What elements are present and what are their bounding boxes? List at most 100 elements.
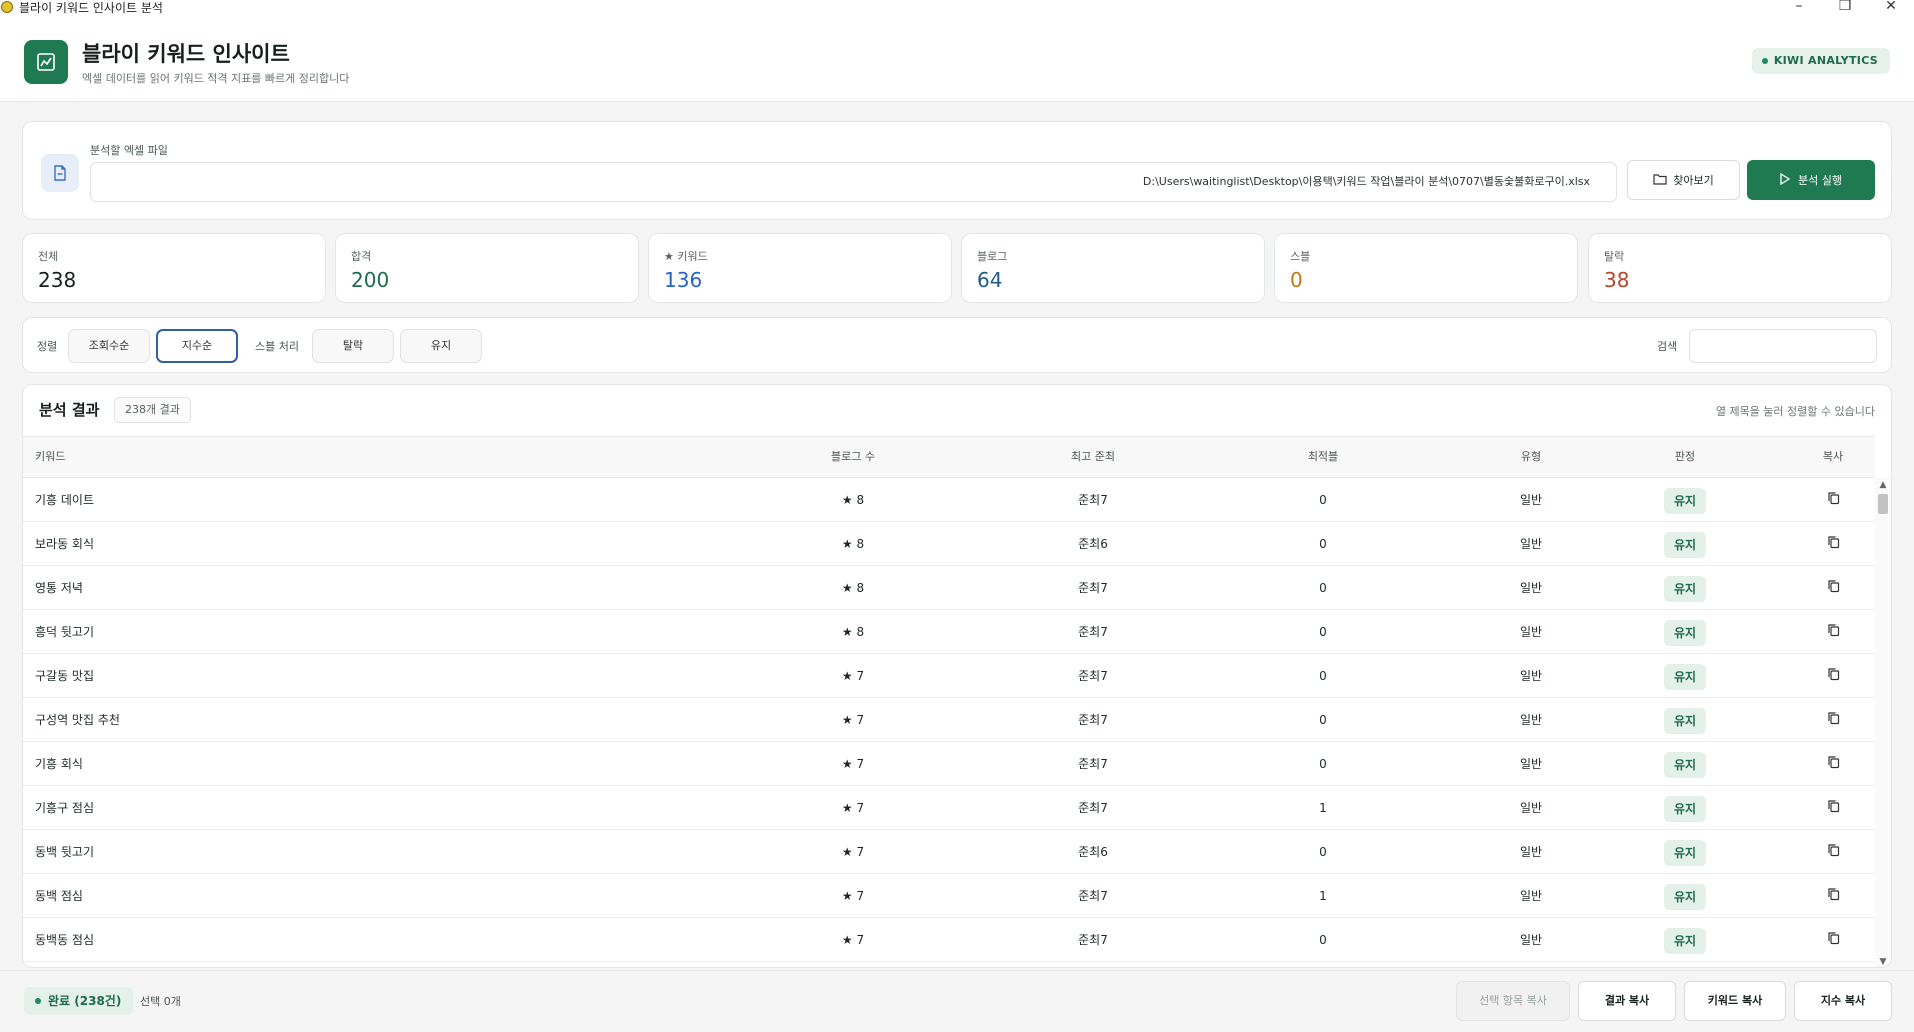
copy-row-button[interactable] xyxy=(1813,478,1853,522)
search-label: 검색 xyxy=(1657,340,1678,353)
judgement-badge: 유지 xyxy=(1663,531,1707,558)
col-blog-count[interactable]: 블로그 수 xyxy=(743,437,963,477)
table-row[interactable]: 구성역 맛집 추천 ★ 7 준최7 0 일반 유지 xyxy=(23,698,1875,742)
copy-icon xyxy=(1827,831,1840,875)
cell-keyword: 구성역 맛집 추천 xyxy=(35,713,120,727)
judgement-badge: 유지 xyxy=(1663,839,1707,866)
judgement-badge: 유지 xyxy=(1663,487,1707,514)
cell-judgement: 유지 xyxy=(1605,566,1765,610)
table-row[interactable]: 구갈동 맛집 ★ 7 준최7 0 일반 유지 xyxy=(23,654,1875,698)
spam-keep-button[interactable]: 유지 xyxy=(400,329,482,363)
cell-optimal: 0 xyxy=(1319,537,1327,551)
copy-row-button[interactable] xyxy=(1813,742,1853,786)
copy-results-button[interactable]: 결과 복사 xyxy=(1578,981,1676,1021)
cell-judgement: 유지 xyxy=(1605,742,1765,786)
table-scrollbar[interactable]: ▲ ▼ xyxy=(1875,478,1891,967)
cell-optimal: 0 xyxy=(1319,933,1327,947)
cell-top-rank: 준최7 xyxy=(1078,625,1108,639)
scroll-thumb[interactable] xyxy=(1878,494,1888,514)
cell-blog-count: ★ 7 xyxy=(841,669,865,683)
copy-icon xyxy=(1827,743,1840,787)
copy-icon xyxy=(1827,919,1840,963)
table-row[interactable]: 동백 점심 ★ 7 준최7 1 일반 유지 xyxy=(23,874,1875,918)
table-row[interactable]: 흥덕 뒷고기 ★ 8 준최7 0 일반 유지 xyxy=(23,610,1875,654)
scroll-up-icon[interactable]: ▲ xyxy=(1875,478,1891,492)
cell-optimal: 0 xyxy=(1319,669,1327,683)
selection-count: 선택 0개 xyxy=(140,995,181,1008)
cell-blog-count: ★ 8 xyxy=(841,581,865,595)
copy-keywords-button[interactable]: 키워드 복사 xyxy=(1684,981,1786,1021)
stat-value: 200 xyxy=(351,268,390,292)
table-row[interactable]: 기흥 데이트 ★ 8 준최7 0 일반 유지 xyxy=(23,478,1875,522)
run-analysis-button[interactable]: 분석 실행 xyxy=(1747,160,1875,200)
copy-row-button[interactable] xyxy=(1813,654,1853,698)
cell-blog-count: ★ 7 xyxy=(841,801,865,815)
status-footer: 완료 (238건) 선택 0개 선택 항목 복사 결과 복사 키워드 복사 지수… xyxy=(0,970,1914,1032)
judgement-badge: 유지 xyxy=(1663,795,1707,822)
copy-selected-button[interactable]: 선택 항목 복사 xyxy=(1456,981,1570,1021)
window-titlebar: 블라이 키워드 인사이트 분석 – ❐ ✕ xyxy=(0,0,1914,15)
table-row[interactable]: 기흥구 점심 ★ 7 준최7 1 일반 유지 xyxy=(23,786,1875,830)
col-judgement[interactable]: 판정 xyxy=(1605,437,1765,477)
cell-top-rank: 준최7 xyxy=(1078,669,1108,683)
stat-dropped: 탈락 38 xyxy=(1588,233,1892,303)
spam-drop-button[interactable]: 탈락 xyxy=(312,329,394,363)
copy-row-button[interactable] xyxy=(1813,874,1853,918)
results-title: 분석 결과 xyxy=(39,401,100,419)
stat-star-keyword: ★ 키워드 136 xyxy=(648,233,952,303)
copy-row-button[interactable] xyxy=(1813,610,1853,654)
copy-icon xyxy=(1827,523,1840,567)
chart-icon xyxy=(24,40,68,84)
cell-top-rank: 준최7 xyxy=(1078,493,1108,507)
table-row[interactable]: 영통 저녁 ★ 8 준최7 0 일반 유지 xyxy=(23,566,1875,610)
copy-row-button[interactable] xyxy=(1813,698,1853,742)
browse-button[interactable]: 찾아보기 xyxy=(1627,160,1740,200)
judgement-badge: 유지 xyxy=(1663,619,1707,646)
col-keyword[interactable]: 키워드 xyxy=(35,437,65,477)
copy-index-button[interactable]: 지수 복사 xyxy=(1794,981,1892,1021)
cell-judgement: 유지 xyxy=(1605,654,1765,698)
stat-pass: 합격 200 xyxy=(335,233,639,303)
cell-top-rank: 준최7 xyxy=(1078,713,1108,727)
sort-by-index-button[interactable]: 지수순 xyxy=(156,329,238,363)
play-icon xyxy=(1780,172,1791,188)
cell-blog-count: ★ 7 xyxy=(841,713,865,727)
table-row[interactable]: 동백동 점심 ★ 7 준최7 0 일반 유지 xyxy=(23,918,1875,962)
sort-by-views-button[interactable]: 조회수순 xyxy=(68,329,150,363)
col-copy: 복사 xyxy=(1822,450,1844,463)
cell-top-rank: 준최7 xyxy=(1078,889,1108,903)
folder-icon xyxy=(1653,173,1667,188)
stat-label: 탈락 xyxy=(1604,250,1625,263)
copy-row-button[interactable] xyxy=(1813,830,1853,874)
cell-blog-count: ★ 7 xyxy=(841,757,865,771)
cell-blog-count: ★ 8 xyxy=(841,625,865,639)
app-subtitle: 엑셀 데이터를 읽어 키워드 적격 지표를 빠르게 정리합니다 xyxy=(82,72,350,85)
table-row[interactable]: 기흥 회식 ★ 7 준최7 0 일반 유지 xyxy=(23,742,1875,786)
cell-keyword: 기흥 회식 xyxy=(35,757,83,771)
results-hint: 열 제목을 눌러 정렬할 수 있습니다 xyxy=(1715,405,1875,418)
search-input[interactable] xyxy=(1689,329,1877,363)
run-label: 분석 실행 xyxy=(1798,174,1842,187)
copy-row-button[interactable] xyxy=(1813,918,1853,962)
stat-label: 스블 xyxy=(1290,250,1311,263)
cell-optimal: 0 xyxy=(1319,581,1327,595)
cell-keyword: 보라동 회식 xyxy=(35,537,95,551)
scroll-down-icon[interactable]: ▼ xyxy=(1875,955,1891,967)
table-row[interactable]: 보라동 회식 ★ 8 준최6 0 일반 유지 xyxy=(23,522,1875,566)
cell-top-rank: 준최7 xyxy=(1078,757,1108,771)
table-row[interactable]: 동백 뒷고기 ★ 7 준최6 0 일반 유지 xyxy=(23,830,1875,874)
status-badge: 완료 (238건) xyxy=(24,987,134,1015)
cell-optimal: 0 xyxy=(1319,845,1327,859)
file-path-input[interactable]: D:\Users\waitinglist\Desktop\이용택\키워드 작업\… xyxy=(90,162,1617,202)
copy-row-button[interactable] xyxy=(1813,786,1853,830)
col-top-rank[interactable]: 최고 준최 xyxy=(983,437,1203,477)
judgement-badge: 유지 xyxy=(1663,707,1707,734)
copy-row-button[interactable] xyxy=(1813,566,1853,610)
stat-value: 38 xyxy=(1604,268,1630,292)
stat-value: 136 xyxy=(664,268,703,292)
stat-spam-blog: 스블 0 xyxy=(1274,233,1578,303)
col-optimal[interactable]: 최적블 xyxy=(1213,437,1433,477)
judgement-badge: 유지 xyxy=(1663,751,1707,778)
copy-row-button[interactable] xyxy=(1813,522,1853,566)
judgement-badge: 유지 xyxy=(1663,883,1707,910)
